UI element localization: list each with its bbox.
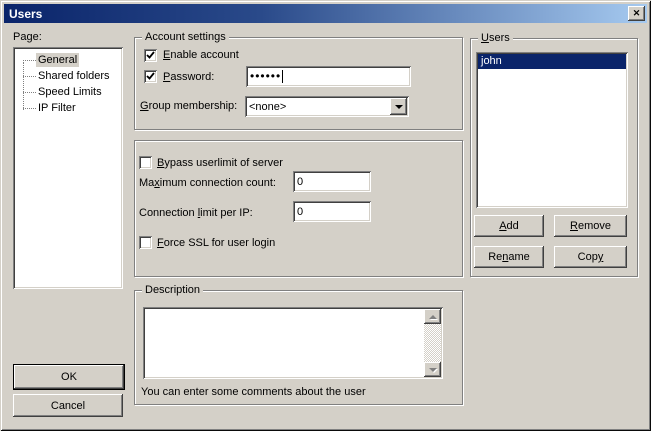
tree-item-ip-filter[interactable]: IP Filter xyxy=(15,100,121,116)
tree-item-general[interactable]: General xyxy=(15,52,121,68)
user-name: john xyxy=(481,55,502,67)
chevron-down-icon xyxy=(395,105,403,113)
users-dialog: Users ✕ Page: General Shared folders Spe… xyxy=(0,0,651,431)
enable-account-checkbox[interactable] xyxy=(144,49,157,62)
list-item-user[interactable]: john xyxy=(478,54,626,69)
tree-item-label: IP Filter xyxy=(36,101,78,115)
close-button[interactable]: ✕ xyxy=(628,6,645,21)
force-ssl-label[interactable]: Force SSL for user login xyxy=(157,237,275,250)
tree-item-label: Speed Limits xyxy=(36,85,104,99)
scroll-up-icon xyxy=(429,311,437,319)
description-value xyxy=(146,309,422,377)
title-bar[interactable]: Users ✕ xyxy=(4,4,647,23)
close-icon: ✕ xyxy=(633,9,641,18)
page-tree: General Shared folders Speed Limits IP F… xyxy=(13,47,123,289)
dropdown-button[interactable] xyxy=(390,98,407,115)
group-membership-select[interactable]: <none> xyxy=(245,96,409,117)
tree-connector xyxy=(23,108,36,109)
scroll-down-button[interactable] xyxy=(424,362,441,377)
group-membership-label: Group membership: xyxy=(140,100,237,113)
max-connection-count-value: 0 xyxy=(297,176,303,188)
tree-item-label: General xyxy=(36,53,79,67)
users-group-title: Users xyxy=(478,32,513,45)
rename-user-button[interactable]: Rename xyxy=(474,246,544,268)
connection-limit-per-ip-value: 0 xyxy=(297,206,303,218)
password-value: •••••• xyxy=(250,70,281,83)
tree-connector xyxy=(23,76,36,77)
users-listbox[interactable]: john xyxy=(476,52,628,208)
password-label[interactable]: Password: xyxy=(163,71,214,84)
max-connection-count-input[interactable]: 0 xyxy=(293,171,371,192)
connection-limit-per-ip-label: Connection limit per IP: xyxy=(139,207,253,220)
ok-button[interactable]: OK xyxy=(13,364,125,390)
add-user-button[interactable]: Add xyxy=(474,215,544,237)
tree-item-speed-limits[interactable]: Speed Limits xyxy=(15,84,121,100)
description-hint: You can enter some comments about the us… xyxy=(141,386,366,399)
force-ssl-checkbox[interactable] xyxy=(139,236,152,249)
description-title: Description xyxy=(142,284,203,297)
enable-account-label[interactable]: Enable account xyxy=(163,49,239,62)
vertical-scrollbar[interactable] xyxy=(424,309,441,377)
page-label: Page: xyxy=(13,31,42,44)
check-icon xyxy=(146,72,155,81)
text-cursor xyxy=(282,70,283,83)
scroll-up-button[interactable] xyxy=(424,309,441,324)
description-textarea[interactable] xyxy=(143,307,443,379)
cancel-button[interactable]: Cancel xyxy=(13,394,123,417)
tree-connector xyxy=(23,92,36,93)
tree-item-shared-folders[interactable]: Shared folders xyxy=(15,68,121,84)
bypass-userlimit-checkbox[interactable] xyxy=(139,156,152,169)
max-connection-count-label: Maximum connection count: xyxy=(139,177,276,190)
tree-item-label: Shared folders xyxy=(36,69,112,83)
tree-connector xyxy=(23,62,24,110)
connection-limit-per-ip-input[interactable]: 0 xyxy=(293,201,371,222)
remove-user-button[interactable]: Remove xyxy=(554,215,627,237)
scroll-down-icon xyxy=(429,368,437,376)
window-title: Users xyxy=(9,7,42,21)
copy-user-button[interactable]: Copy xyxy=(554,246,627,268)
password-input[interactable]: •••••• xyxy=(246,66,411,87)
check-icon xyxy=(146,51,155,60)
bypass-userlimit-label[interactable]: Bypass userlimit of server xyxy=(157,157,283,170)
group-membership-value: <none> xyxy=(249,101,286,113)
tree-connector xyxy=(23,60,36,61)
password-checkbox[interactable] xyxy=(144,70,157,83)
account-settings-title: Account settings xyxy=(142,31,229,44)
